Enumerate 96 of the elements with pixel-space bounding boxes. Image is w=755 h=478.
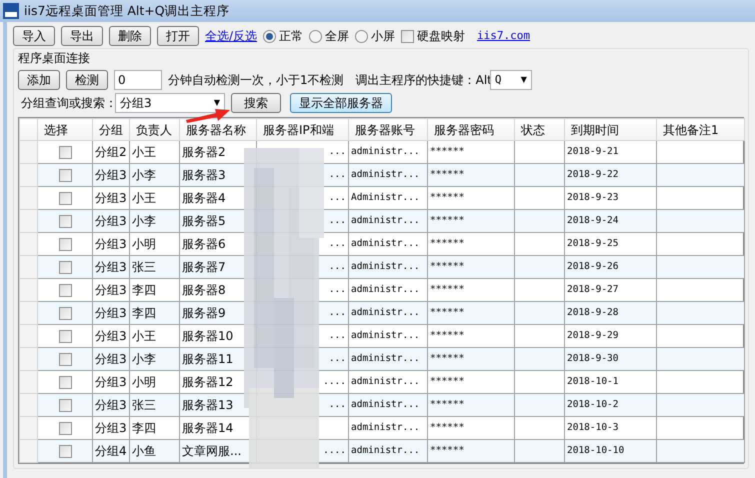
table-cell: 2018-10-10	[564, 440, 656, 462]
table-cell: ******	[428, 164, 514, 186]
interval-note: 分钟自动检测一次，小于1不检测	[168, 72, 344, 89]
table-cell: ******	[428, 210, 514, 232]
checkbox[interactable]	[58, 307, 72, 320]
column-header[interactable]: 负责人	[130, 118, 180, 140]
table-cell	[514, 256, 564, 278]
column-header[interactable]: 服务器密码	[428, 118, 514, 140]
table-cell: 分组3	[92, 348, 130, 370]
table-cell: 分组3	[92, 164, 130, 186]
radio-button[interactable]	[355, 30, 368, 42]
toolbar-button[interactable]: 删除	[109, 26, 151, 46]
checkbox[interactable]	[58, 399, 72, 412]
group-button[interactable]: 检测	[66, 70, 108, 90]
radio-label: 全屏	[325, 28, 350, 45]
radio-button[interactable]	[263, 30, 276, 42]
dropdown-caret-icon: ▼	[214, 97, 220, 109]
checkbox[interactable]	[58, 169, 72, 182]
table-cell: ******	[428, 302, 514, 324]
show-all-button[interactable]: 显示全部服务器	[290, 93, 392, 113]
group-button[interactable]: 添加	[18, 70, 60, 90]
dropdown-caret-icon: ▼	[520, 74, 527, 86]
table-cell: 张三	[130, 256, 180, 278]
column-header[interactable]: 其他备注1	[656, 118, 744, 140]
table-cell: 分组4	[92, 440, 130, 462]
table-cell	[514, 348, 564, 370]
table-cell: 2018-10-2	[564, 394, 656, 416]
table-cell: 2018-9-22	[564, 164, 656, 186]
column-header[interactable]: 选择	[38, 118, 92, 140]
table-cell	[514, 394, 564, 416]
table-cell: 小李	[130, 348, 180, 370]
checkbox[interactable]	[58, 261, 72, 274]
table-cell: administr...	[348, 256, 428, 278]
table-cell	[514, 302, 564, 324]
checkbox[interactable]	[58, 146, 72, 160]
search-dropdown[interactable]: 分组3 ▼	[115, 93, 225, 113]
table-cell: 分组3	[92, 394, 130, 416]
interval-field[interactable]: 0	[114, 70, 162, 90]
checkbox[interactable]	[58, 330, 72, 344]
column-header[interactable]: 服务器名称	[180, 118, 256, 140]
table-cell	[514, 440, 564, 462]
checkbox[interactable]	[58, 422, 72, 436]
table-cell: 小鱼	[130, 440, 180, 462]
app-icon	[3, 3, 19, 19]
checkbox-label: 硬盘映射	[417, 28, 466, 45]
table-cell: 张三	[130, 394, 180, 416]
website-link[interactable]: iis7.com	[477, 28, 530, 44]
checkbox[interactable]	[58, 238, 72, 252]
table-cell: administr...	[348, 302, 428, 324]
table-cell: 分组3	[92, 302, 130, 324]
table-cell: ******	[428, 394, 514, 416]
column-header[interactable]: 到期时间	[564, 118, 656, 140]
table-cell: 2018-9-30	[564, 348, 656, 370]
toolbar-button[interactable]: 打开	[157, 26, 199, 46]
column-header[interactable]: 状态	[514, 118, 564, 140]
checkbox[interactable]	[58, 192, 72, 206]
table-cell	[514, 164, 564, 186]
checkbox[interactable]	[58, 445, 72, 458]
table-cell: 小李	[130, 164, 180, 186]
hotkey-label: 调出主程序的快捷键：Alt	[356, 72, 492, 89]
checkbox[interactable]	[401, 30, 414, 42]
arrow-annotation	[186, 108, 230, 123]
table-cell: ******	[428, 348, 514, 370]
radio-label: 小屏	[371, 28, 396, 45]
hotkey-dropdown[interactable]: Q ▼	[490, 70, 532, 90]
table-cell	[514, 210, 564, 232]
group-title: 程序桌面连接	[18, 50, 91, 67]
table-cell: administr...	[348, 210, 428, 232]
search-label: 分组查询或搜索：	[21, 95, 117, 112]
search-button[interactable]: 搜索	[231, 93, 281, 113]
table-cell: 2018-9-24	[564, 210, 656, 232]
table-cell: ******	[428, 440, 514, 462]
checkbox[interactable]	[58, 284, 72, 298]
table-cell: administr...	[348, 348, 428, 370]
table-cell: 李四	[130, 302, 180, 324]
table-cell: administr...	[348, 440, 428, 462]
table-cell: 小李	[130, 210, 180, 232]
table-cell: 分组3	[92, 210, 130, 232]
checkbox[interactable]	[58, 353, 72, 366]
table-cell: administr...	[348, 394, 428, 416]
checkbox[interactable]	[58, 376, 72, 390]
column-header[interactable]: 分组	[92, 118, 130, 140]
checkbox[interactable]	[58, 215, 72, 228]
radio-label: 正常	[279, 28, 304, 45]
column-header[interactable]: 服务器账号	[348, 118, 428, 140]
table-cell: 2018-9-28	[564, 302, 656, 324]
table-cell: administr...	[348, 164, 428, 186]
table-cell: 分组3	[92, 256, 130, 278]
window-title: iis7远程桌面管理 Alt+Q调出主程序	[24, 2, 230, 20]
toolbar-button[interactable]: 导出	[61, 26, 103, 46]
column-header[interactable]: 服务器IP和端	[256, 118, 348, 140]
table-cell: 2018-9-26	[564, 256, 656, 278]
radio-button[interactable]	[309, 30, 322, 42]
select-all-link[interactable]: 全选/反选	[205, 27, 258, 45]
toolbar-button[interactable]: 导入	[13, 26, 55, 46]
table-cell: ******	[428, 256, 514, 278]
